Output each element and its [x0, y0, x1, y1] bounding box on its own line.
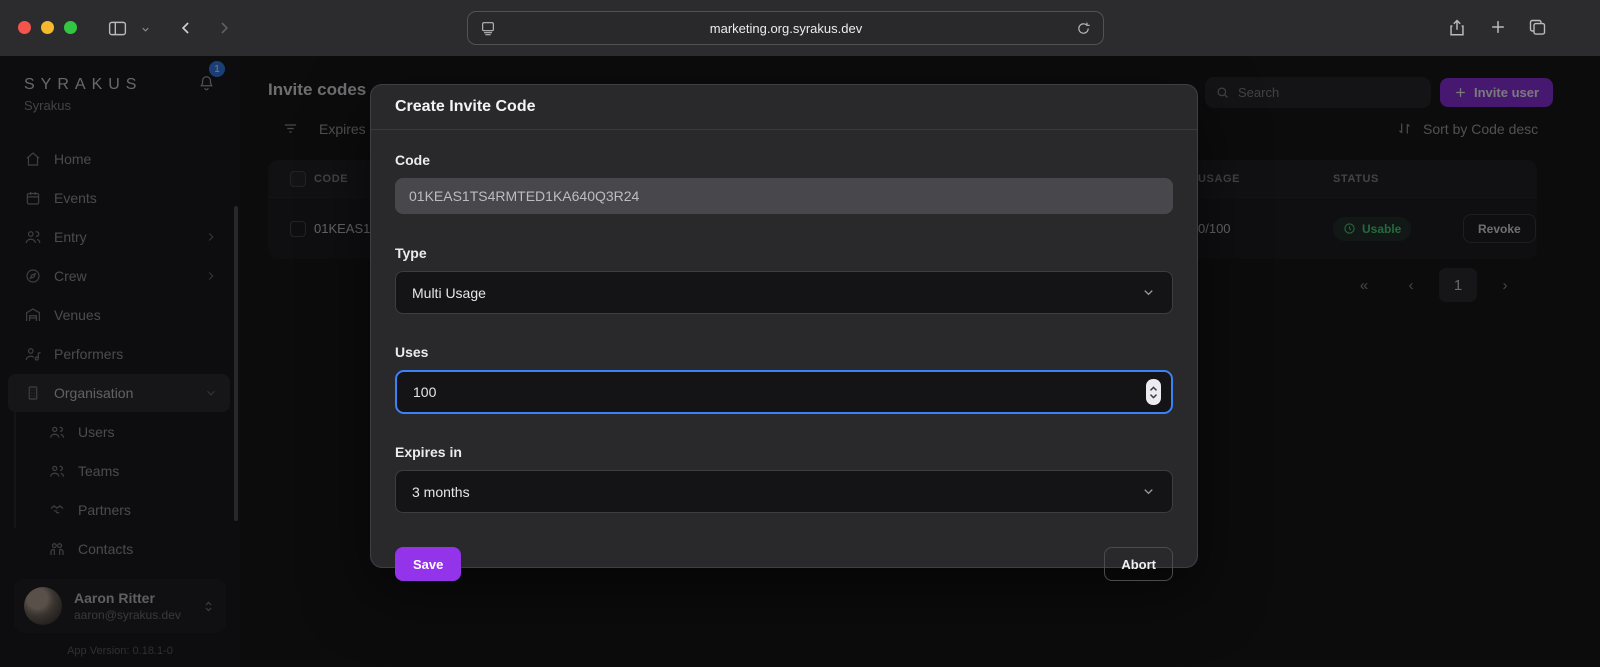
tab-overview-icon[interactable] [1527, 17, 1548, 38]
minimize-window-button[interactable] [41, 21, 54, 34]
web-page: SYRAKUS Syrakus 1 Home Events Entry [0, 56, 1600, 667]
zoom-window-button[interactable] [64, 21, 77, 34]
chevron-down-icon [1141, 285, 1156, 300]
uses-field [395, 370, 1173, 414]
expires-label: Expires in [395, 444, 1173, 460]
save-button[interactable]: Save [395, 547, 461, 581]
modal-title: Create Invite Code [395, 98, 535, 116]
code-input [395, 178, 1173, 214]
type-label: Type [395, 245, 1173, 261]
modal-header: Create Invite Code [371, 85, 1197, 130]
modal-body: Code Type Multi Usage Uses Expires in [371, 130, 1197, 581]
type-select[interactable]: Multi Usage [395, 271, 1173, 314]
window-controls [18, 21, 77, 34]
chevron-down-icon [1141, 484, 1156, 499]
close-window-button[interactable] [18, 21, 31, 34]
number-stepper[interactable] [1146, 379, 1161, 405]
page-settings-icon[interactable] [480, 20, 496, 36]
expires-select[interactable]: 3 months [395, 470, 1173, 513]
uses-input[interactable] [395, 370, 1173, 414]
uses-label: Uses [395, 344, 1173, 360]
browser-toolbar: marketing.org.syrakus.dev [0, 0, 1600, 56]
create-invite-code-modal: Create Invite Code Code Type Multi Usage… [370, 84, 1198, 568]
sidebar-toggle-icon[interactable] [107, 18, 128, 39]
abort-button[interactable]: Abort [1104, 547, 1173, 581]
back-icon[interactable] [176, 18, 196, 38]
type-select-value: Multi Usage [412, 285, 1141, 301]
screenshot-root: marketing.org.syrakus.dev SYRAKUS Syraku… [0, 0, 1600, 667]
modal-footer: Save Abort [395, 543, 1173, 581]
share-icon[interactable] [1446, 16, 1468, 38]
code-label: Code [395, 152, 1173, 168]
reload-icon[interactable] [1076, 21, 1091, 36]
address-bar[interactable]: marketing.org.syrakus.dev [467, 11, 1104, 45]
sidebar-menu-chevron-icon[interactable] [140, 24, 151, 35]
new-tab-icon[interactable] [1488, 17, 1508, 37]
forward-icon[interactable] [214, 18, 234, 38]
expires-select-value: 3 months [412, 484, 1141, 500]
url-text: marketing.org.syrakus.dev [496, 21, 1076, 36]
